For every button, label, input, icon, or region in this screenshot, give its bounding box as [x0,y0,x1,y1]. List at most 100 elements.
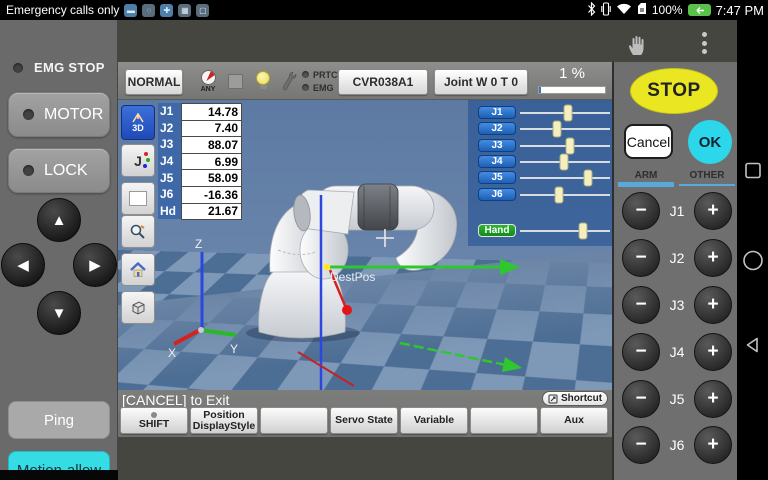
jog-joint-label: J5 [669,391,685,407]
j3-plus-button[interactable]: + [694,286,732,324]
j5-plus-button[interactable]: + [694,380,732,418]
dpad-down-button[interactable]: ▼ [37,291,81,335]
recents-icon[interactable] [744,162,761,184]
joint-label: J2 [158,119,181,137]
bluetooth-icon [587,1,596,19]
home-circle-icon[interactable] [742,250,763,276]
program-button[interactable]: CVR038A1 [338,69,428,95]
slider-track[interactable] [520,186,610,204]
j6-plus-button[interactable]: + [694,426,732,464]
list-icon [129,191,147,206]
blank-function-button[interactable] [470,407,538,434]
top-toolbar: NORMAL ANY PRTCT EMG CVR038A1 Joint W 0 … [118,62,612,100]
joint-jog-button[interactable]: J [121,144,155,177]
clock-text: 7:47 PM [715,2,764,18]
ok-button[interactable]: OK [688,120,732,164]
function-key-row: SHIFT Position DisplayStyle Servo State … [120,407,610,435]
list-view-button[interactable] [121,182,155,215]
slider-track[interactable] [520,104,610,122]
slider-handle[interactable] [563,104,573,122]
prtct-led [302,71,309,78]
shift-indicator-dot [151,411,157,418]
slider-handle[interactable] [554,186,564,204]
variable-button[interactable]: Variable [400,407,468,434]
shift-button[interactable]: SHIFT [120,407,188,434]
slider-handle[interactable] [578,222,588,240]
joint-value: -16.36 [181,185,242,204]
j2-minus-button[interactable]: − [622,239,660,277]
lock-button[interactable]: LOCK [8,148,110,193]
slider-joint-label: J4 [478,155,516,168]
shortcut-button[interactable]: Shortcut [542,391,608,406]
slider-joint-label: J2 [478,122,516,135]
robot-3d-viewport[interactable]: X Y Z DestPos 3D J J1 14.78 J2 7.40 J3 8… [118,100,612,390]
joint-label: J4 [158,152,181,170]
j5-minus-button[interactable]: − [622,380,660,418]
view-3d-button[interactable]: 3D [121,105,155,140]
position-displaystyle-button[interactable]: Position DisplayStyle [190,407,258,434]
slider-track[interactable] [520,120,610,138]
button-label: Position [203,408,245,421]
slider-handle[interactable] [583,169,593,187]
slider-handle[interactable] [552,120,562,138]
world-frame-axes [173,252,237,346]
slider-track[interactable] [520,222,610,240]
tab-arm[interactable]: ARM [616,170,676,187]
wrench-icon[interactable] [281,70,297,98]
dpad-left-button[interactable]: ◀ [1,243,45,287]
blank-function-button[interactable] [260,407,328,434]
notification-icon: ◌ [142,3,156,17]
slider-handle[interactable] [559,153,569,171]
stop-button[interactable]: STOP [630,68,718,114]
workspace-box-button[interactable] [121,291,155,324]
exit-hint-text: [CANCEL] to Exit [122,392,230,408]
sim-icon [637,2,647,18]
arrow-down-icon: ▼ [51,304,67,322]
joint-value: 58.09 [181,169,242,187]
hand-guide-icon[interactable] [626,33,650,62]
jog-control-panel: STOP Cancel OK ARM OTHER − J1 + − J2 + −… [612,62,737,480]
j1-plus-button[interactable]: + [694,192,732,230]
j4-minus-button[interactable]: − [622,333,660,371]
mode-normal-button[interactable]: NORMAL [125,69,183,95]
aux-button[interactable]: Aux [540,407,608,434]
speed-progress-fill [539,87,541,93]
overflow-menu-icon[interactable] [702,32,708,54]
home-position-button[interactable] [121,253,155,286]
dpad-right-button[interactable]: ▶ [73,243,117,287]
servo-state-button[interactable]: Servo State [330,407,398,434]
bottom-bar: [CANCEL] to Exit Shortcut SHIFT Position… [118,390,612,437]
jog-row-j4: − J4 + [614,333,739,371]
slider-track[interactable] [520,153,610,171]
j4-plus-button[interactable]: + [694,333,732,371]
lamp-icon[interactable] [256,71,271,89]
slider-row: J6 [468,186,612,204]
slider-handle[interactable] [565,137,575,155]
j1-minus-button[interactable]: − [622,192,660,230]
motor-label: MOTOR [44,105,104,123]
coordinate-mode-button[interactable]: Joint W 0 T 0 [434,69,528,95]
j2-plus-button[interactable]: + [694,239,732,277]
cancel-button[interactable]: Cancel [624,124,673,159]
table-row: J2 7.40 [158,119,242,138]
j3-minus-button[interactable]: − [622,286,660,324]
wifi-icon [616,2,632,18]
slider-track[interactable] [520,137,610,155]
ping-button[interactable]: Ping [8,401,110,439]
dpad-up-button[interactable]: ▲ [37,198,81,242]
plus-icon: + [707,200,719,221]
back-icon[interactable] [744,336,762,359]
lock-label: LOCK [44,161,88,179]
j6-minus-button[interactable]: − [622,426,660,464]
inspect-button[interactable] [121,215,155,248]
table-row: J6 -16.36 [158,185,242,204]
joint-slider-panel: J1 J2 J3 J4 J5 J6 Hand [468,100,612,246]
slider-track[interactable] [520,169,610,187]
tab-other[interactable]: OTHER [677,170,737,186]
speed-any-icon[interactable]: ANY [196,70,220,94]
lock-led [23,165,34,176]
bulb-glass [256,71,270,85]
motor-button[interactable]: MOTOR [8,92,110,137]
notification-icon: ▦ [178,3,192,17]
protect-status: PRTCT EMG [302,68,343,94]
